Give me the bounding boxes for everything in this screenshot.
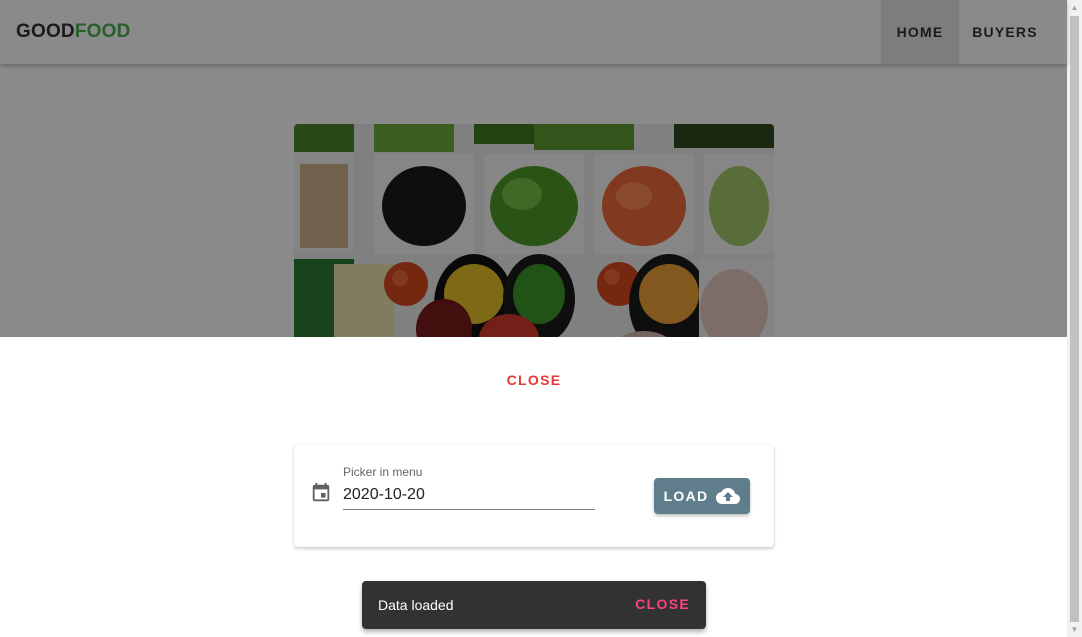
- snackbar-message: Data loaded: [378, 597, 454, 613]
- load-button-label: LOAD: [663, 488, 709, 504]
- snackbar-close-button[interactable]: CLOSE: [635, 596, 690, 612]
- date-picker-input[interactable]: [343, 481, 595, 510]
- picker-label: Picker in menu: [343, 465, 423, 479]
- sheet-close-button[interactable]: CLOSE: [494, 365, 574, 393]
- modal-scrim[interactable]: [0, 0, 1067, 337]
- scroll-down-arrow-icon[interactable]: ▼: [1067, 622, 1082, 637]
- load-button[interactable]: LOAD: [654, 478, 750, 514]
- cloud-upload-icon: [716, 488, 741, 504]
- snackbar: Data loaded CLOSE: [362, 581, 706, 629]
- scroll-up-arrow-icon[interactable]: ▲: [1067, 0, 1082, 15]
- page-scrollbar[interactable]: ▲ ▼: [1067, 0, 1082, 637]
- scroll-thumb[interactable]: [1070, 16, 1079, 622]
- calendar-icon[interactable]: [310, 482, 332, 504]
- date-picker-card: Picker in menu LOAD: [294, 445, 774, 547]
